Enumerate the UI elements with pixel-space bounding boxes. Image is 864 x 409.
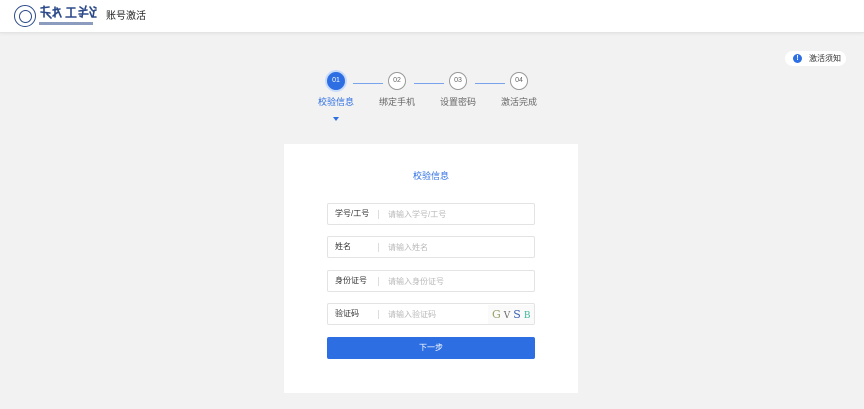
- school-logo[interactable]: [14, 5, 97, 28]
- id-number-input[interactable]: [388, 273, 528, 289]
- field-label: 学号/工号: [335, 209, 370, 218]
- field-label: 验证码: [335, 309, 359, 318]
- captcha-image[interactable]: GVSB: [488, 305, 534, 324]
- step-label: 设置密码: [439, 97, 476, 107]
- next-step-button[interactable]: 下一步: [327, 337, 535, 359]
- step-number: 01: [327, 72, 345, 90]
- name-field: 姓名: [327, 236, 535, 258]
- id-number-field: 身份证号: [327, 270, 535, 292]
- form-title: 校验信息: [412, 171, 449, 181]
- field-divider: [378, 243, 379, 252]
- captcha-char: S: [513, 308, 524, 321]
- captcha-char: V: [503, 311, 514, 321]
- step-bind-phone: 02 绑定手机: [375, 72, 419, 108]
- info-icon: !: [793, 54, 802, 63]
- captcha-char: B: [523, 311, 534, 321]
- captcha-field: 验证码 GVSB: [327, 303, 535, 325]
- name-input[interactable]: [388, 239, 528, 255]
- step-number: 04: [510, 72, 528, 90]
- active-step-caret-icon: [333, 117, 339, 121]
- school-subtitle-line: [39, 22, 93, 25]
- step-set-password: 03 设置密码: [436, 72, 480, 108]
- field-label: 身份证号: [335, 276, 367, 285]
- student-id-input[interactable]: [388, 206, 528, 222]
- field-divider: [378, 210, 379, 219]
- school-name-calligraphy: [40, 5, 97, 19]
- field-divider: [378, 277, 379, 286]
- step-activation-complete: 04 激活完成: [497, 72, 541, 108]
- step-label: 绑定手机: [378, 97, 415, 107]
- step-label: 激活完成: [500, 97, 537, 107]
- step-label: 校验信息: [317, 97, 354, 107]
- activation-notice-button[interactable]: ! 激活须知: [785, 51, 846, 66]
- activation-steps: 01 校验信息 02 绑定手机 03 设置密码 04 激活完成: [314, 72, 544, 127]
- captcha-char: G: [492, 308, 504, 321]
- step-verify-info: 01 校验信息: [314, 72, 358, 121]
- school-seal-icon: [14, 5, 36, 27]
- step-number: 03: [449, 72, 467, 90]
- verify-form-card: 校验信息 学号/工号 姓名 身份证号 验证码 GVSB 下一步: [284, 144, 578, 393]
- activation-notice-label: 激活须知: [809, 54, 841, 63]
- step-number: 02: [388, 72, 406, 90]
- field-label: 姓名: [335, 242, 351, 251]
- top-header: 账号激活: [0, 0, 864, 33]
- student-id-field: 学号/工号: [327, 203, 535, 225]
- field-divider: [378, 310, 379, 319]
- page-title: 账号激活: [106, 11, 146, 22]
- captcha-input[interactable]: [388, 306, 483, 322]
